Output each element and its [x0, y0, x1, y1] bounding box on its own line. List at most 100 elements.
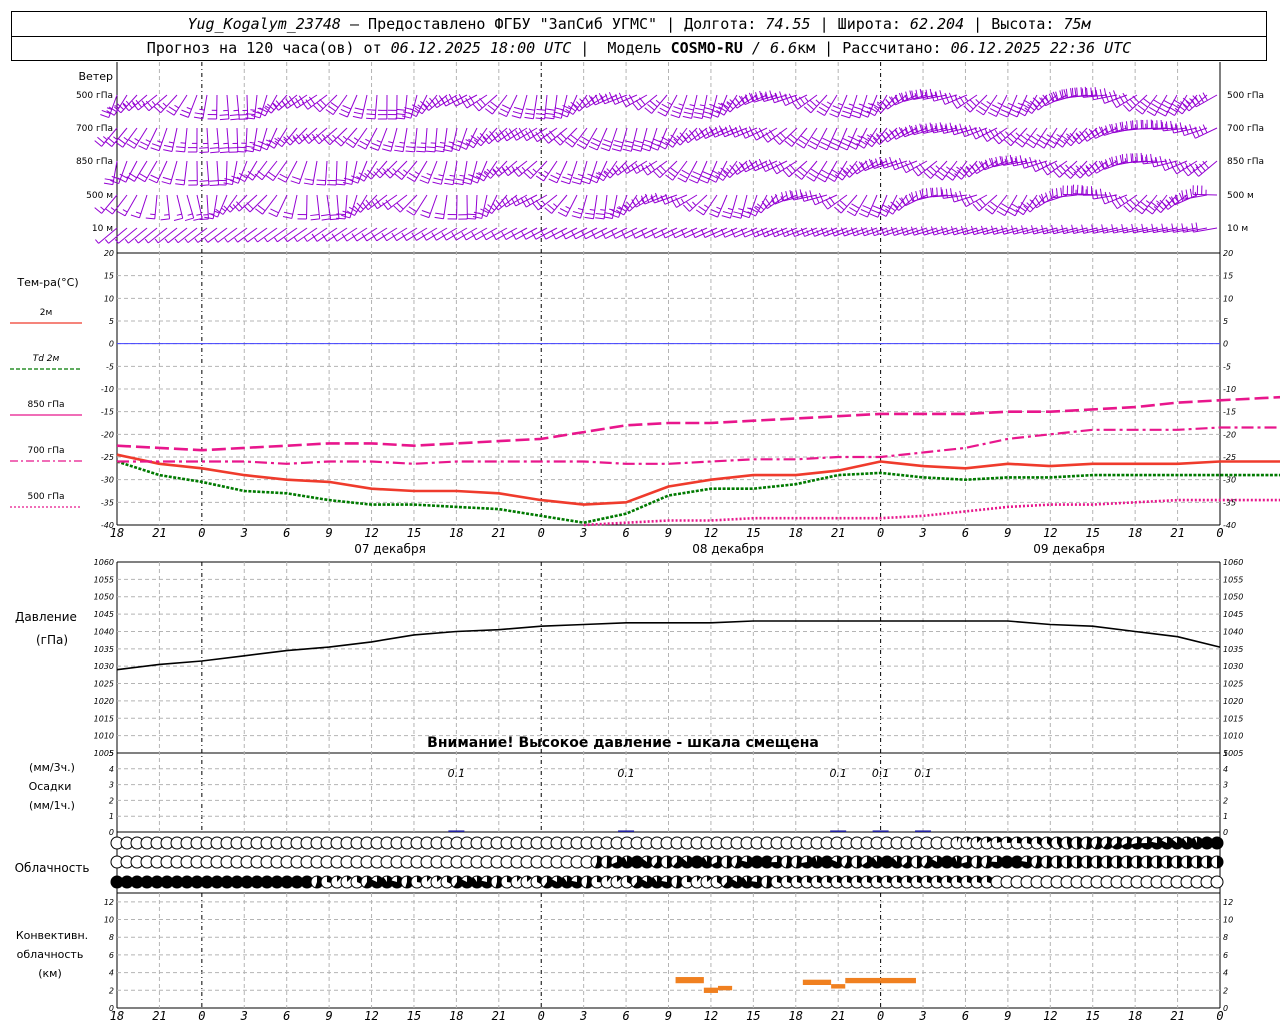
- hour-label: 21: [492, 1009, 506, 1023]
- wind-barb-feather: [102, 136, 108, 141]
- wind-barb-feather: [1140, 201, 1148, 208]
- wind-barb-feather: [1123, 205, 1131, 213]
- wind-barb-staff: [867, 194, 878, 218]
- wind-barb-feather: [162, 102, 167, 107]
- wind-barb-staff: [714, 227, 738, 238]
- wind-barb-feather: [402, 115, 411, 119]
- wind-barb-staff: [427, 160, 438, 184]
- wind-barb-feather: [525, 112, 535, 115]
- precip-bar: [618, 830, 635, 832]
- wind-barb-feather: [732, 215, 742, 219]
- wind-barb-feather: [1056, 133, 1062, 138]
- hour-label: 3: [240, 526, 248, 540]
- wind-barb-feather: [174, 104, 179, 109]
- wind-barb-staff: [249, 194, 268, 213]
- wind-barb-feather: [571, 215, 581, 219]
- wind-barb-feather: [623, 144, 633, 148]
- wind-barb-staff: [157, 227, 178, 244]
- wind-barb-feather: [199, 151, 209, 154]
- wind-barb-feather: [366, 113, 376, 116]
- wind-barb-feather: [826, 176, 835, 182]
- wind-barb-feather: [950, 226, 955, 235]
- wind-barb-feather: [988, 112, 997, 117]
- wind-barb-feather: [980, 225, 985, 235]
- precip-tick: 3: [109, 781, 114, 790]
- hour-label: 12: [1043, 1009, 1057, 1023]
- wind-barb-feather: [386, 168, 394, 176]
- wind-barb-feather: [809, 140, 818, 146]
- wind-barb-feather: [1116, 227, 1119, 233]
- temp-tick-right: 15: [1223, 272, 1233, 281]
- wind-barb-feather: [512, 169, 520, 177]
- wind-barb-staff: [436, 227, 458, 241]
- precip-bar: [448, 830, 465, 832]
- wind-barb-feather: [1156, 200, 1161, 205]
- precip-tick-right: 0: [1223, 828, 1228, 837]
- wind-barb-feather: [104, 239, 109, 244]
- wind-barb-feather: [1052, 170, 1060, 178]
- wind-barb-feather: [1160, 119, 1163, 130]
- wind-barb-feather: [1140, 101, 1149, 108]
- wind-barb-feather: [290, 180, 300, 185]
- wind-barb-feather: [532, 202, 539, 211]
- wind-barb-staff: [306, 227, 328, 242]
- wind-barb-staff: [519, 94, 528, 119]
- wind-barb-feather: [1041, 167, 1048, 176]
- wind-barb-feather: [653, 170, 661, 179]
- wind-barb-staff: [565, 194, 578, 217]
- wind-barb-feather: [511, 115, 521, 119]
- wind-barb-staff: [824, 94, 838, 116]
- wind-barb-staff: [366, 227, 388, 242]
- wind-barb-staff: [367, 194, 388, 211]
- wind-barb-feather: [692, 201, 697, 206]
- wind-barb-feather: [828, 196, 835, 205]
- wind-level-label-right: 500 м: [1227, 191, 1254, 201]
- wind-barb-feather: [1073, 171, 1081, 179]
- wind-barb-feather: [585, 212, 595, 215]
- hour-label: 9: [325, 526, 332, 540]
- legend-500: 500 гПа: [27, 492, 64, 502]
- wind-barb-staff: [456, 227, 478, 241]
- wind-level-label: 10 м: [92, 224, 113, 234]
- wind-barb-feather: [828, 172, 838, 179]
- wind-barb-feather: [595, 212, 605, 216]
- wind-barb-feather: [1076, 168, 1084, 176]
- wind-barb-feather: [649, 100, 658, 108]
- wind-barb-feather: [310, 218, 320, 221]
- wind-barb-feather: [1166, 110, 1175, 116]
- day-label: 09 декабря: [1033, 542, 1105, 556]
- wind-barb-feather: [559, 208, 569, 214]
- wind-barb-feather: [950, 167, 959, 174]
- wind-barb-feather: [163, 144, 173, 148]
- conv-title: облачность: [17, 948, 84, 961]
- wind-barb-staff: [226, 127, 230, 152]
- wind-barb-feather: [511, 231, 517, 240]
- wind-barb-feather: [821, 169, 830, 175]
- wind-barb-feather: [956, 166, 961, 171]
- wind-barb-feather: [399, 141, 405, 144]
- conv-tick-right: 2: [1223, 986, 1228, 995]
- press-tick: 1055: [94, 575, 114, 584]
- wind-barb-staff: [638, 94, 658, 111]
- wind-barb-feather: [946, 228, 949, 234]
- wind-barb-feather: [789, 164, 796, 172]
- wind-barb-feather: [475, 101, 483, 109]
- wind-barb-feather: [175, 178, 185, 182]
- wind-barb-feather: [500, 108, 509, 114]
- wind-barb-staff: [608, 127, 618, 151]
- wind-barb-feather: [316, 102, 324, 110]
- wind-barb-staff: [402, 127, 408, 152]
- wind-barb-feather: [558, 112, 568, 118]
- conv-tick-right: 0: [1223, 1004, 1228, 1013]
- wind-barb-feather: [1012, 104, 1021, 110]
- press-tick: 1015: [94, 714, 114, 723]
- wind-barb-staff: [813, 160, 828, 182]
- wind-barb-feather: [161, 181, 171, 185]
- wind-barb-feather: [258, 145, 268, 151]
- wind-barb-staff: [118, 227, 138, 244]
- wind-barb-feather: [805, 191, 809, 201]
- wind-barb-feather: [937, 170, 946, 178]
- wind-barb-feather: [1007, 102, 1013, 106]
- wind-barb-feather: [776, 134, 784, 142]
- wind-barb-staff: [336, 227, 358, 242]
